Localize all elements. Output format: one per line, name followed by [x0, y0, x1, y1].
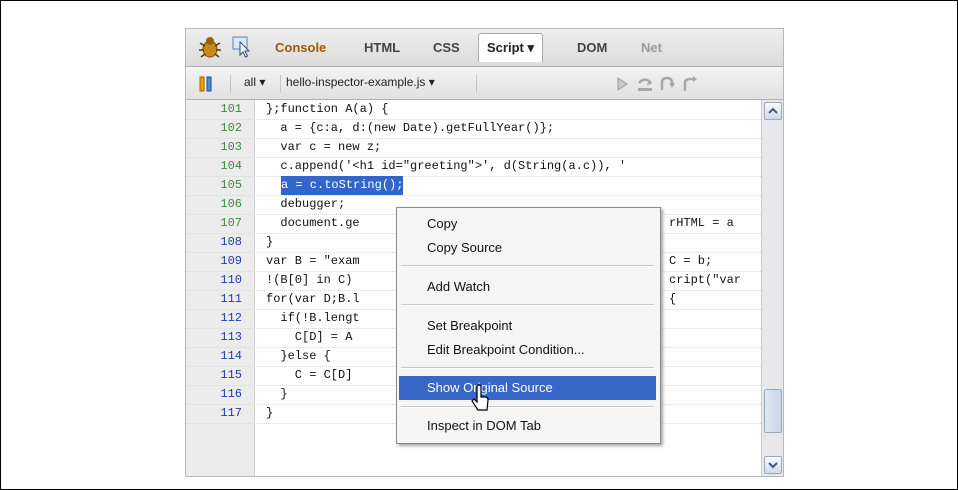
step-over-icon[interactable] — [636, 75, 654, 93]
tab-dom[interactable]: DOM — [577, 40, 607, 55]
code-text: C = C[D] — [266, 368, 353, 382]
inspect-icon[interactable] — [231, 35, 255, 59]
scroll-down-icon — [768, 462, 778, 469]
code-line[interactable]: 103 var c = new z; — [186, 138, 761, 158]
code-text-fragment: rHTML = a — [669, 216, 734, 230]
code-text: } — [266, 235, 274, 249]
code-text: }else { — [266, 349, 331, 363]
menu-separator — [401, 265, 654, 267]
scroll-up-button[interactable] — [764, 102, 782, 120]
line-number[interactable]: 113 — [186, 328, 242, 347]
toolbar-separator — [230, 75, 231, 93]
tab-console[interactable]: Console — [275, 40, 326, 55]
code-text: C[D] = A — [266, 330, 353, 344]
code-text: };function A(a) { — [266, 102, 389, 116]
line-number[interactable]: 109 — [186, 252, 242, 271]
code-line[interactable]: 105 a = c.toString(); — [186, 176, 761, 196]
code-text: document.ge — [266, 216, 360, 230]
line-number[interactable]: 116 — [186, 385, 242, 404]
code-line[interactable]: 104 c.append('<h1 id="greeting">', d(Str… — [186, 157, 761, 177]
code-text: debugger; — [266, 197, 346, 211]
toolbar-separator — [476, 75, 477, 93]
code-text-fragment: { — [669, 292, 677, 306]
filter-dropdown[interactable]: all ▾ — [244, 75, 265, 89]
line-number[interactable]: 105 — [186, 176, 242, 195]
vertical-scrollbar[interactable] — [761, 100, 783, 476]
menu-item-show-original-source[interactable]: Show Original Source — [399, 376, 656, 400]
code-text: } — [266, 406, 274, 420]
script-toolbar: all ▾ hello-inspector-example.js ▾ — [186, 67, 783, 100]
step-into-icon[interactable] — [658, 75, 676, 93]
code-text: c.append('<h1 id="greeting">', d(String(… — [266, 159, 627, 173]
tab-css[interactable]: CSS — [433, 40, 460, 55]
line-number[interactable]: 102 — [186, 119, 242, 138]
menu-separator — [401, 367, 654, 369]
code-text: !(B[0] in C) — [266, 273, 353, 287]
scrollbar-thumb[interactable] — [764, 389, 782, 433]
firebug-icon[interactable] — [196, 34, 224, 60]
menu-item-set-breakpoint[interactable]: Set Breakpoint — [399, 314, 656, 338]
tab-net[interactable]: Net — [641, 40, 662, 55]
code-text: var B = "exam — [266, 254, 360, 268]
line-number[interactable]: 103 — [186, 138, 242, 157]
line-number[interactable]: 107 — [186, 214, 242, 233]
line-number[interactable]: 104 — [186, 157, 242, 176]
toolbar-separator — [280, 75, 281, 93]
menu-separator — [401, 406, 654, 408]
code-line[interactable]: 101 };function A(a) { — [186, 100, 761, 120]
selected-code-text[interactable]: a = c.toString(); — [281, 176, 404, 195]
continue-icon[interactable] — [613, 75, 631, 93]
pointer-cursor-icon — [471, 384, 489, 411]
pause-icon[interactable] — [198, 75, 216, 93]
tab-script[interactable]: Script ▾ — [478, 33, 543, 62]
file-dropdown[interactable]: hello-inspector-example.js ▾ — [286, 75, 435, 89]
code-text-fragment: C = b; — [669, 254, 713, 268]
tab-html[interactable]: HTML — [364, 40, 400, 55]
code-text: var c = new z; — [266, 140, 382, 154]
line-number[interactable]: 117 — [186, 404, 242, 423]
menu-item-edit-breakpoint-condition[interactable]: Edit Breakpoint Condition... — [399, 338, 656, 362]
code-line[interactable]: 102 a = {c:a, d:(new Date).getFullYear()… — [186, 119, 761, 139]
line-number[interactable]: 101 — [186, 100, 242, 119]
step-out-icon[interactable] — [681, 75, 699, 93]
main-toolbar: Console HTML CSS Script ▾ DOM Net — [186, 29, 783, 67]
code-text-fragment: cript("var — [669, 273, 742, 287]
line-number[interactable]: 108 — [186, 233, 242, 252]
code-text: for(var D;B.l — [266, 292, 360, 306]
context-menu: Copy Copy Source Add Watch Set Breakpoin… — [396, 207, 661, 444]
scroll-down-button[interactable] — [764, 456, 782, 474]
menu-item-copy-source[interactable]: Copy Source — [399, 236, 656, 260]
menu-separator — [401, 304, 654, 306]
line-number[interactable]: 106 — [186, 195, 242, 214]
line-number[interactable]: 111 — [186, 290, 242, 309]
code-text: } — [266, 387, 288, 401]
line-number[interactable]: 115 — [186, 366, 242, 385]
menu-item-inspect-in-dom-tab[interactable]: Inspect in DOM Tab — [399, 414, 656, 438]
line-number[interactable]: 110 — [186, 271, 242, 290]
code-text: if(!B.lengt — [266, 311, 360, 325]
scroll-up-icon — [768, 107, 778, 114]
line-number[interactable]: 112 — [186, 309, 242, 328]
code-text: a = {c:a, d:(new Date).getFullYear()}; — [266, 121, 555, 135]
menu-item-add-watch[interactable]: Add Watch — [399, 275, 656, 299]
menu-item-copy[interactable]: Copy — [399, 212, 656, 236]
line-number[interactable]: 114 — [186, 347, 242, 366]
